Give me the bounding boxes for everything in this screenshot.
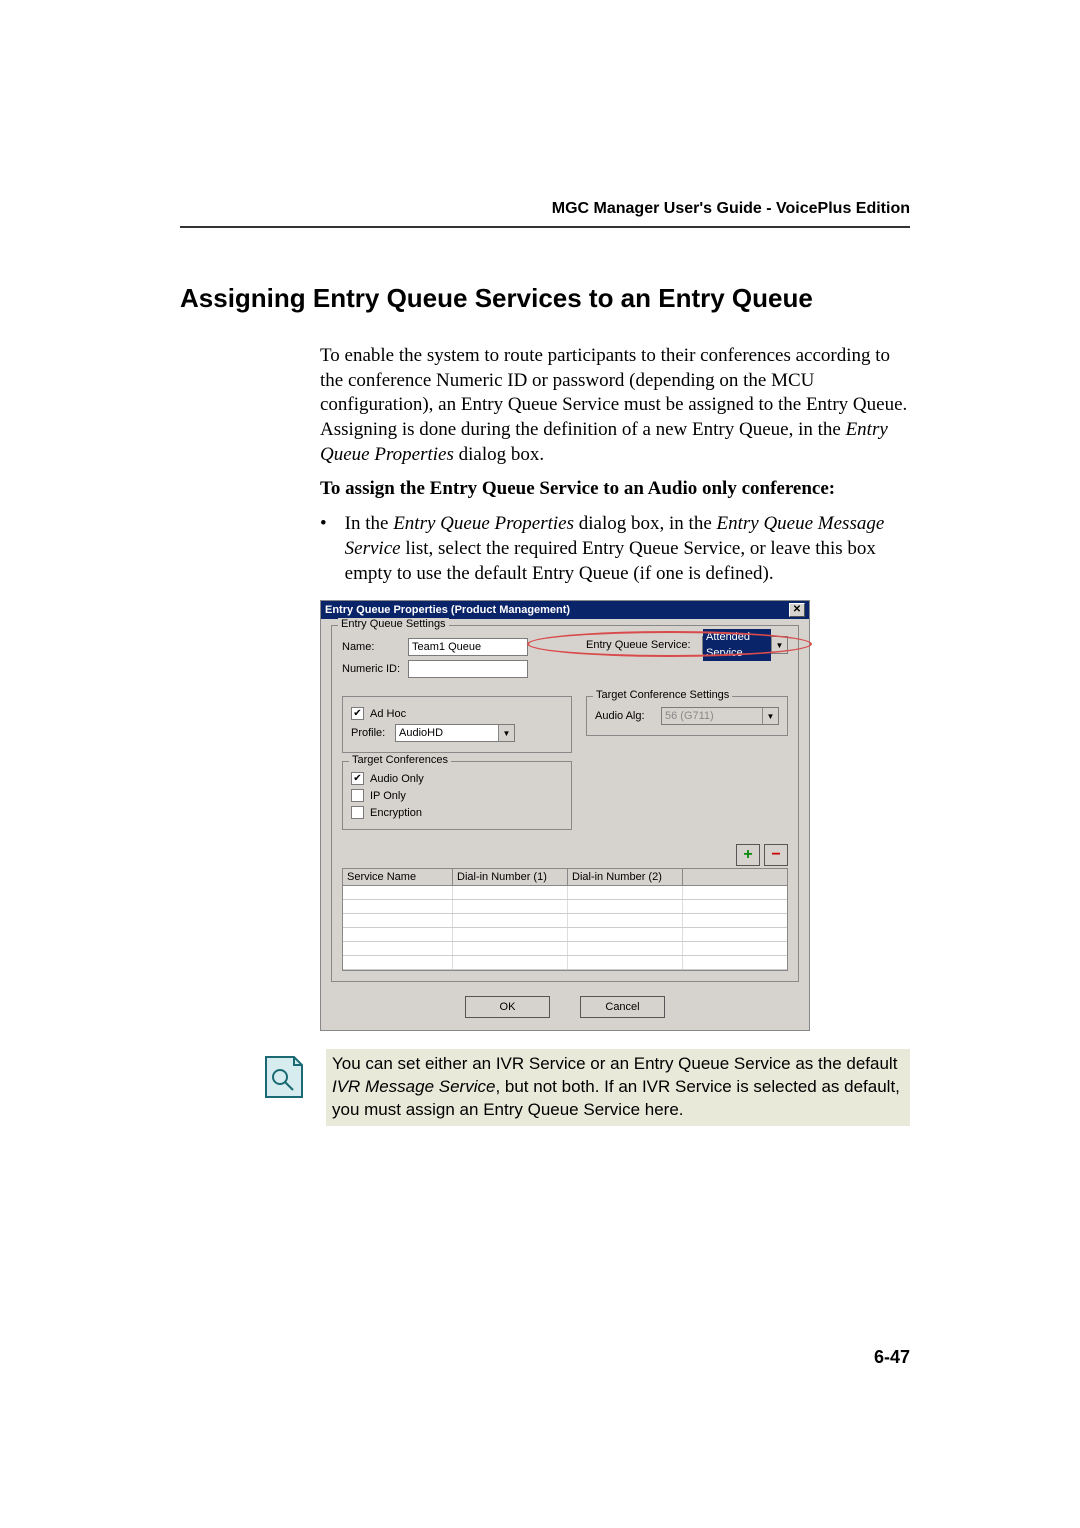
cancel-button[interactable]: Cancel bbox=[580, 996, 665, 1018]
bullet-text: In the Entry Queue Properties dialog box… bbox=[345, 512, 910, 586]
task-heading: To assign the Entry Queue Service to an … bbox=[320, 477, 910, 502]
intro-post: dialog box. bbox=[454, 444, 544, 465]
entry-queue-dialog: Entry Queue Properties (Product Manageme… bbox=[320, 600, 810, 1031]
intro-paragraph: To enable the system to route participan… bbox=[320, 344, 910, 467]
page-header: MGC Manager User's Guide - VoicePlus Edi… bbox=[180, 200, 910, 228]
bullet-marker: • bbox=[320, 512, 327, 586]
eqs-value: Attended Service bbox=[703, 629, 771, 661]
name-field[interactable] bbox=[408, 638, 528, 656]
numeric-id-field[interactable] bbox=[408, 660, 528, 678]
dialog-titlebar: Entry Queue Properties (Product Manageme… bbox=[321, 601, 809, 619]
close-icon[interactable]: ✕ bbox=[789, 603, 805, 617]
audio-alg-label: Audio Alg: bbox=[595, 710, 655, 722]
bullet-mid1: dialog box, in the bbox=[574, 513, 716, 534]
grid-col-dial2: Dial-in Number (2) bbox=[568, 869, 683, 885]
tc-legend: Target Conferences bbox=[349, 754, 451, 766]
eqs-label: Entry Queue Service: bbox=[586, 639, 696, 651]
audio-only-label: Audio Only bbox=[370, 773, 424, 785]
note-text: You can set either an IVR Service or an … bbox=[326, 1049, 910, 1126]
note-em: IVR Message Service bbox=[332, 1077, 495, 1096]
audio-only-checkbox[interactable]: ✔ Audio Only bbox=[351, 772, 563, 785]
profile-dropdown[interactable]: AudioHD ▼ bbox=[395, 724, 515, 742]
bullet-item: • In the Entry Queue Properties dialog b… bbox=[320, 512, 910, 586]
settings-legend: Entry Queue Settings bbox=[338, 618, 449, 630]
grid-col-service: Service Name bbox=[343, 869, 453, 885]
profile-value: AudioHD bbox=[396, 725, 498, 741]
checkbox-icon: ✔ bbox=[351, 707, 364, 720]
encryption-checkbox[interactable]: Encryption bbox=[351, 806, 563, 819]
page-number: 6-47 bbox=[874, 1347, 910, 1368]
checkbox-icon: ✔ bbox=[351, 772, 364, 785]
profile-label: Profile: bbox=[351, 727, 389, 739]
audio-alg-value: 56 (G711) bbox=[662, 708, 762, 724]
chevron-down-icon[interactable]: ▼ bbox=[498, 725, 514, 741]
note-pre: You can set either an IVR Service or an … bbox=[332, 1054, 897, 1073]
bullet-post: list, select the required Entry Queue Se… bbox=[345, 538, 876, 584]
checkbox-icon bbox=[351, 806, 364, 819]
name-label: Name: bbox=[342, 641, 402, 653]
add-button[interactable]: + bbox=[736, 844, 760, 866]
remove-button[interactable]: − bbox=[764, 844, 788, 866]
grid-col-dial1: Dial-in Number (1) bbox=[453, 869, 568, 885]
intro-pre: To enable the system to route participan… bbox=[320, 345, 907, 440]
ip-only-label: IP Only bbox=[370, 790, 406, 802]
audio-alg-dropdown[interactable]: 56 (G711) ▼ bbox=[661, 707, 779, 725]
chevron-down-icon[interactable]: ▼ bbox=[762, 708, 778, 724]
dialog-title-text: Entry Queue Properties (Product Manageme… bbox=[325, 604, 570, 616]
entry-queue-service-dropdown[interactable]: Attended Service ▼ bbox=[702, 636, 788, 654]
note-icon bbox=[260, 1049, 308, 1103]
adhoc-checkbox[interactable]: ✔ Ad Hoc bbox=[351, 707, 563, 720]
adhoc-label: Ad Hoc bbox=[370, 708, 406, 720]
numeric-id-label: Numeric ID: bbox=[342, 663, 402, 675]
tcs-legend: Target Conference Settings bbox=[593, 689, 732, 701]
bullet-em1: Entry Queue Properties bbox=[393, 513, 574, 534]
service-grid[interactable]: Service Name Dial-in Number (1) Dial-in … bbox=[342, 868, 788, 971]
section-title: Assigning Entry Queue Services to an Ent… bbox=[180, 283, 910, 314]
bullet-pre: In the bbox=[345, 513, 394, 534]
ip-only-checkbox[interactable]: IP Only bbox=[351, 789, 563, 802]
grid-col-trail bbox=[683, 869, 787, 885]
ok-button[interactable]: OK bbox=[465, 996, 550, 1018]
chevron-down-icon[interactable]: ▼ bbox=[771, 637, 787, 653]
checkbox-icon bbox=[351, 789, 364, 802]
encryption-label: Encryption bbox=[370, 807, 422, 819]
